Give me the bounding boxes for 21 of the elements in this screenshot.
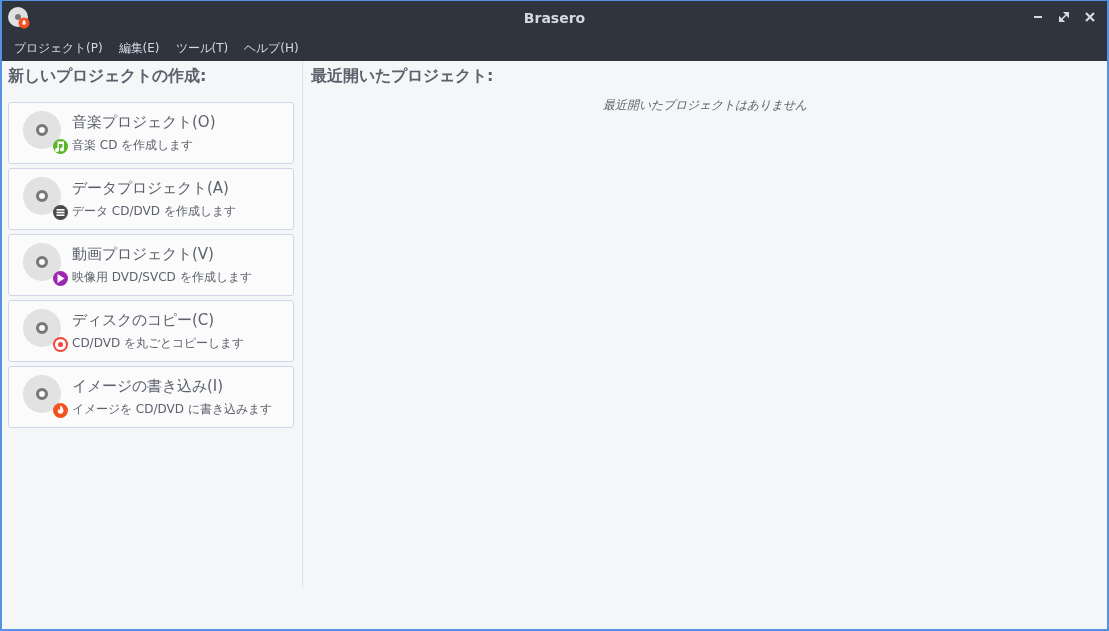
list-icon bbox=[53, 204, 68, 220]
project-button[interactable]: イメージの書き込み(I) イメージを CD/DVD に書き込みます bbox=[8, 366, 294, 428]
project-button[interactable]: 動画プロジェクト(V) 映像用 DVD/SVCD を作成します bbox=[8, 234, 294, 296]
project-button[interactable]: 音楽プロジェクト(O) 音楽 CD を作成します bbox=[8, 102, 294, 164]
close-icon[interactable] bbox=[1085, 12, 1095, 22]
music-note-icon bbox=[53, 138, 68, 154]
flame-icon bbox=[53, 402, 68, 418]
maximize-icon[interactable] bbox=[1059, 12, 1069, 22]
project-button[interactable]: データプロジェクト(A) データ CD/DVD を作成します bbox=[8, 168, 294, 230]
section-heading: 新しいプロジェクトの作成: bbox=[8, 65, 208, 87]
menu-item[interactable]: プロジェクト(P) bbox=[6, 39, 111, 57]
project-button[interactable]: ディスクのコピー(C) CD/DVD を丸ごとコピーします bbox=[8, 300, 294, 362]
menu-item[interactable]: ツール(T) bbox=[167, 39, 237, 57]
window-title: Brasero bbox=[523, 8, 586, 28]
app-disc-icon bbox=[8, 7, 30, 29]
menu-item[interactable]: ヘルプ(H) bbox=[236, 39, 307, 57]
section-heading: 最近開いたプロジェクト: bbox=[311, 65, 495, 87]
play-icon bbox=[53, 270, 68, 286]
menu-item[interactable]: 編集(E) bbox=[110, 39, 168, 57]
target-icon bbox=[53, 336, 68, 352]
empty-message: 最近開いたプロジェクトはありません bbox=[602, 97, 808, 114]
